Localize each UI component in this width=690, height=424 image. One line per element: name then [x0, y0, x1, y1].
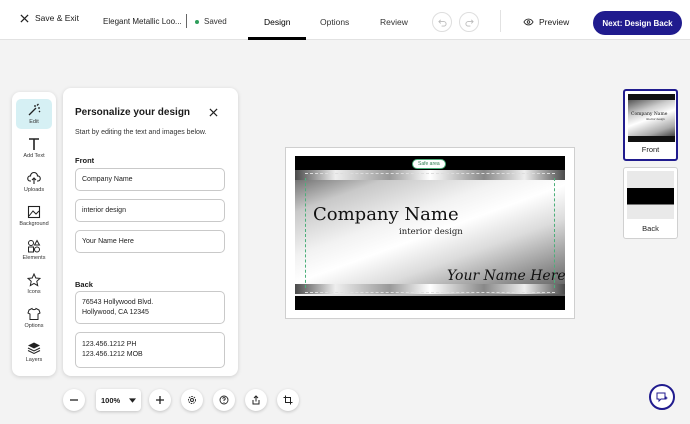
text-icon	[29, 138, 39, 150]
chat-help-button[interactable]	[649, 384, 675, 410]
front-thumbnail[interactable]: Company Name interior design Front	[623, 89, 678, 161]
tool-add-text-label: Add Text	[23, 153, 45, 159]
help-icon	[219, 395, 229, 405]
minus-icon	[70, 399, 78, 401]
zoom-select[interactable]: 100%	[96, 389, 141, 411]
card-company-name[interactable]: Company Name	[313, 204, 459, 225]
undo-button[interactable]	[432, 12, 452, 32]
front-thumbnail-preview: Company Name interior design	[628, 94, 675, 142]
shirt-icon	[27, 307, 41, 320]
upload-cloud-icon	[27, 171, 41, 184]
business-card-front[interactable]: Safe area Company Name interior design Y…	[295, 156, 565, 310]
star-icon	[27, 273, 41, 287]
tool-edit-label: Edit	[29, 119, 39, 125]
tool-elements-label: Elements	[22, 255, 46, 261]
tool-uploads-label: Uploads	[23, 187, 45, 193]
panel-subtitle: Start by editing the text and images bel…	[75, 129, 207, 136]
safe-area-left-guide	[305, 178, 306, 288]
tab-review[interactable]: Review	[380, 17, 408, 27]
design-canvas[interactable]: Safe area Company Name interior design Y…	[285, 147, 575, 319]
tab-design[interactable]: Design	[264, 17, 290, 27]
chat-sparkle-icon	[656, 392, 668, 403]
tab-options[interactable]: Options	[320, 17, 349, 27]
safe-area-bottom-guide	[305, 292, 555, 293]
phone-field[interactable]: 123.456.1212 PH 123.456.1212 MOB	[75, 332, 225, 368]
eye-icon	[523, 18, 534, 26]
share-icon	[252, 395, 260, 405]
undo-icon	[437, 18, 447, 27]
help-button[interactable]	[213, 389, 235, 411]
saved-status: Saved	[195, 17, 227, 26]
back-section-label: Back	[75, 280, 93, 289]
tool-icons[interactable]: Icons	[16, 269, 52, 299]
tool-rail: Edit Add Text Uploads Background Element…	[12, 92, 56, 376]
front-thumbnail-company: Company Name	[631, 112, 668, 117]
tool-layers[interactable]: Layers	[16, 337, 52, 367]
tool-icons-label: Icons	[27, 289, 41, 295]
crop-button[interactable]	[277, 389, 299, 411]
tool-background[interactable]: Background	[16, 201, 52, 231]
zoom-level: 100%	[101, 395, 121, 405]
front-thumbnail-tagline: interior design	[646, 118, 665, 121]
address-field[interactable]: 76543 Hollywood Blvd. Hollywood, CA 1234…	[75, 291, 225, 324]
crop-icon	[283, 395, 293, 405]
edit-wand-icon	[28, 103, 41, 116]
front-section-label: Front	[75, 156, 95, 165]
active-tab-indicator	[248, 37, 306, 40]
plus-icon	[156, 396, 164, 404]
zoom-out-button[interactable]	[63, 389, 85, 411]
title-divider	[186, 14, 187, 28]
gear-icon	[188, 396, 196, 404]
tool-options[interactable]: Options	[16, 303, 52, 333]
top-bar: Save & Exit Elegant Metallic Loo... Save…	[0, 0, 690, 40]
tool-elements[interactable]: Elements	[16, 235, 52, 265]
saved-dot-icon	[195, 19, 199, 24]
save-exit-label: Save & Exit	[35, 13, 79, 23]
tool-layers-label: Layers	[25, 357, 43, 363]
close-icon	[20, 13, 29, 23]
tool-uploads[interactable]: Uploads	[16, 167, 52, 197]
share-button[interactable]	[245, 389, 267, 411]
caret-down-icon	[129, 397, 136, 403]
front-thumbnail-label: Front	[641, 145, 660, 154]
back-thumbnail[interactable]: Back	[623, 167, 678, 239]
shapes-icon	[28, 239, 41, 253]
back-thumbnail-label: Back	[642, 224, 659, 233]
document-title[interactable]: Elegant Metallic Loo...	[103, 17, 182, 26]
card-your-name[interactable]: Your Name Here	[447, 268, 565, 284]
preview-button[interactable]: Preview	[523, 17, 569, 27]
tool-add-text[interactable]: Add Text	[16, 133, 52, 163]
settings-button[interactable]	[181, 389, 203, 411]
saved-label: Saved	[204, 17, 227, 26]
redo-icon	[464, 18, 474, 27]
safe-area-top-guide	[305, 173, 555, 174]
metallic-band-top	[295, 170, 565, 180]
personalize-panel: Personalize your design Start by editing…	[63, 88, 238, 376]
image-icon	[27, 205, 41, 219]
address-line-1: 76543 Hollywood Blvd.	[82, 298, 154, 306]
tool-options-label: Options	[24, 323, 44, 329]
phone-line-1: 123.456.1212 PH	[82, 341, 137, 348]
company-name-field[interactable]: Company Name	[75, 168, 225, 191]
next-design-back-button[interactable]: Next: Design Back	[593, 11, 682, 35]
header-divider	[500, 10, 501, 32]
layers-icon	[27, 342, 41, 355]
your-name-field[interactable]: Your Name Here	[75, 230, 225, 253]
panel-title: Personalize your design	[75, 107, 191, 118]
phone-line-2: 123.456.1212 MOB	[82, 351, 143, 358]
tool-background-label: Background	[19, 221, 49, 227]
save-exit-button[interactable]: Save & Exit	[20, 13, 79, 23]
tool-edit[interactable]: Edit	[16, 99, 52, 129]
safe-area-badge: Safe area	[412, 159, 446, 169]
card-tagline[interactable]: interior design	[399, 227, 463, 237]
redo-button[interactable]	[459, 12, 479, 32]
close-panel-icon[interactable]	[209, 108, 218, 117]
tagline-field[interactable]: interior design	[75, 199, 225, 222]
back-thumbnail-preview	[627, 171, 674, 219]
zoom-in-button[interactable]	[149, 389, 171, 411]
preview-label: Preview	[539, 17, 570, 27]
address-line-2: Hollywood, CA 12345	[82, 308, 149, 316]
